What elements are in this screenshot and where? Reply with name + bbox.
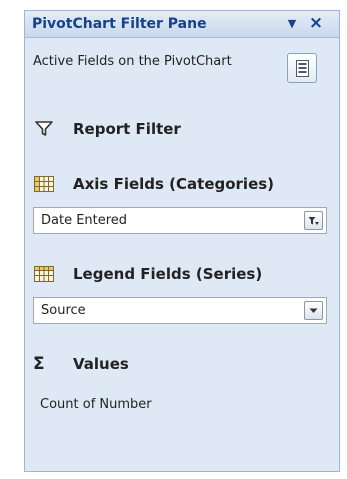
chevron-down-icon bbox=[309, 308, 318, 313]
values-item-count-of-number[interactable]: Count of Number bbox=[40, 397, 152, 412]
filter-dropdown-icon bbox=[308, 217, 319, 225]
axis-field-date-entered[interactable]: Date Entered bbox=[33, 207, 327, 234]
axis-fields-label: Axis Fields (Categories) bbox=[73, 175, 275, 193]
legend-field-dropdown-button[interactable] bbox=[304, 301, 323, 320]
axis-field-filter-button[interactable] bbox=[304, 211, 323, 230]
legend-fields-label: Legend Fields (Series) bbox=[73, 265, 263, 283]
values-label: Values bbox=[73, 355, 129, 373]
layout-document-icon bbox=[296, 60, 309, 77]
sigma-icon: Σ bbox=[33, 354, 45, 374]
legend-field-source[interactable]: Source bbox=[33, 297, 327, 324]
legend-grid-icon bbox=[34, 266, 54, 282]
pivotchart-filter-pane: PivotChart Filter Pane ▼ × Active Fields… bbox=[24, 10, 340, 472]
active-fields-text: Active Fields on the PivotChart bbox=[33, 54, 232, 69]
axis-grid-icon bbox=[34, 176, 54, 192]
pane-titlebar: PivotChart Filter Pane ▼ × bbox=[25, 11, 339, 38]
funnel-icon bbox=[35, 121, 53, 136]
pane-title: PivotChart Filter Pane bbox=[32, 16, 207, 32]
field-list-layout-button[interactable] bbox=[287, 53, 317, 83]
report-filter-label: Report Filter bbox=[73, 120, 181, 138]
legend-field-value: Source bbox=[41, 303, 86, 318]
axis-field-value: Date Entered bbox=[41, 213, 128, 228]
pane-close-icon[interactable]: × bbox=[307, 14, 325, 32]
pane-options-dropdown-icon[interactable]: ▼ bbox=[284, 16, 300, 32]
